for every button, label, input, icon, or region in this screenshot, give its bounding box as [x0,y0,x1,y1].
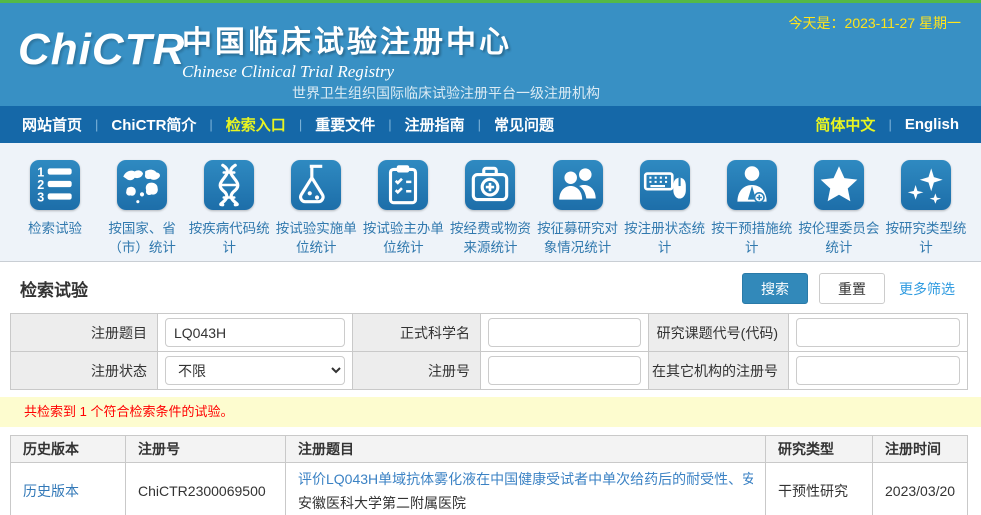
col-reg-title: 注册题目 [286,436,766,463]
nav-items: 网站首页 | ChiCTR简介 | 检索入口 | 重要文件 | 注册指南 | 常见问题 [22,114,554,135]
stat-item-label: 按疾病代码统计 [186,219,272,257]
form-row-2: 注册状态 不限 注册号 在其它机构的注册号 [11,352,968,390]
trial-title-link[interactable]: 评价LQ043H单域抗体雾化液在中国健康受试者中单次给药后的耐受性、安全性、..… [298,469,753,489]
medical-bag-icon [465,160,515,210]
lang-en[interactable]: English [905,116,959,133]
stat-item-keyboard-mouse[interactable]: 按注册状态统计 [622,160,708,261]
stat-item-dna[interactable]: 按疾病代码统计 [186,160,272,261]
reg-number-cell: ChiCTR2300069500 [126,463,286,515]
reg-number-label: 注册号 [353,352,481,390]
main-nav: 网站首页 | ChiCTR简介 | 检索入口 | 重要文件 | 注册指南 | 常见问题 简体中文 | E… [0,106,981,143]
col-reg-date: 注册时间 [873,436,968,463]
reg-number-input[interactable] [488,356,641,385]
site-subtitle: 世界卫生组织国际临床试验注册平台一级注册机构 [292,83,600,103]
nav-separator: | [888,117,891,132]
reg-status-select[interactable]: 不限 [165,356,345,385]
stat-item-label: 按试验主办单位统计 [360,219,446,257]
site-header: ChiCTR 中国临床试验注册中心 Chinese Clinical Trial… [0,3,981,106]
nav-item-5[interactable]: 常见问题 [494,114,554,135]
scientific-name-label: 正式科学名 [353,314,481,352]
results-header-row: 历史版本 注册号 注册题目 研究类型 注册时间 [11,436,968,463]
world-map-icon [117,160,167,210]
table-row: 历史版本 ChiCTR2300069500 评价LQ043H单域抗体雾化液在中国… [11,463,968,515]
stat-item-label: 按国家、省（市）统计 [99,219,185,257]
other-reg-number-input[interactable] [796,356,960,385]
language-switcher: 简体中文 | English [815,114,959,135]
stat-item-label: 按征募研究对象情况统计 [535,219,621,257]
nav-item-4[interactable]: 注册指南 [405,114,465,135]
stat-item-star[interactable]: 按伦理委员会统计 [796,160,882,261]
search-form-table: 注册题目 正式科学名 研究课题代号(代码) 注册状态 不限 注册号 在其它机构的… [10,313,968,390]
reg-date-cell: 2023/03/20 [873,463,968,515]
reset-button[interactable]: 重置 [819,273,885,304]
history-version-link[interactable]: 历史版本 [23,483,79,499]
stat-item-numbered-list[interactable]: 123 检索试验 [12,160,98,261]
other-reg-number-label: 在其它机构的注册号 [649,352,789,390]
stat-item-medical-bag[interactable]: 按经费或物资来源统计 [447,160,533,261]
reg-status-label: 注册状态 [11,352,158,390]
reg-title-input[interactable] [165,318,345,347]
stat-item-label: 按注册状态统计 [622,219,708,257]
stat-item-label: 检索试验 [12,219,98,238]
keyboard-mouse-icon [640,160,690,210]
nav-item-2[interactable]: 检索入口 [226,114,286,135]
site-title-block: 中国临床试验注册中心 Chinese Clinical Trial Regist… [182,17,512,82]
form-row-1: 注册题目 正式科学名 研究课题代号(代码) [11,314,968,352]
col-history-version: 历史版本 [11,436,126,463]
doctor-icon [727,160,777,210]
lang-zh[interactable]: 简体中文 [815,114,875,135]
result-summary-bar: 共检索到 1 个符合检索条件的试验。 [0,397,981,427]
col-study-type: 研究类型 [766,436,873,463]
stat-item-flask[interactable]: 按试验实施单位统计 [273,160,359,261]
nav-item-0[interactable]: 网站首页 [22,114,82,135]
site-title-en: Chinese Clinical Trial Registry [182,62,512,82]
stat-item-label: 按研究类型统计 [883,219,969,257]
stat-item-label: 按伦理委员会统计 [796,219,882,257]
study-code-input[interactable] [796,318,960,347]
page-title: 检索试验 [20,276,88,301]
people-group-icon [553,160,603,210]
svg-text:3: 3 [37,191,44,205]
stat-item-doctor[interactable]: 按干预措施统计 [709,160,795,261]
study-code-label: 研究课题代号(代码) [649,314,789,352]
site-title-zh: 中国临床试验注册中心 [182,17,512,61]
stat-item-clipboard-check[interactable]: 按试验主办单位统计 [360,160,446,261]
study-type-cell: 干预性研究 [766,463,873,515]
today-date: 今天是：2023-11-27 星期一 [789,13,961,33]
nav-separator: | [478,117,481,132]
sparkles-icon [901,160,951,210]
nav-item-3[interactable]: 重要文件 [315,114,375,135]
nav-separator: | [209,117,212,132]
clipboard-check-icon [378,160,428,210]
nav-item-1[interactable]: ChiCTR简介 [111,114,196,135]
chictr-logo[interactable]: ChiCTR [18,25,185,75]
nav-separator: | [299,117,302,132]
stat-item-world-map[interactable]: 按国家、省（市）统计 [99,160,185,261]
institution-text: 安徽医科大学第二附属医院 [298,493,753,513]
more-filters-link[interactable]: 更多筛选 [899,279,955,299]
history-cell: 历史版本 [11,463,126,515]
nav-separator: | [388,117,391,132]
stat-item-label: 按经费或物资来源统计 [447,219,533,257]
stat-item-sparkles[interactable]: 按研究类型统计 [883,160,969,261]
scientific-name-input[interactable] [488,318,641,347]
nav-separator: | [95,117,98,132]
reg-title-label: 注册题目 [11,314,158,352]
col-reg-number: 注册号 [126,436,286,463]
statistics-icon-strip: 123 检索试验按国家、省（市）统计按疾病代码统计按试验实施单位统计按试验主办单位… [0,143,981,262]
dna-icon [204,160,254,210]
search-button[interactable]: 搜索 [742,273,808,304]
star-icon [814,160,864,210]
results-table: 历史版本 注册号 注册题目 研究类型 注册时间 历史版本 ChiCTR23000… [10,435,968,515]
flask-icon [291,160,341,210]
search-toolbar: 检索试验 搜索 重置 更多筛选 [0,262,981,313]
numbered-list-icon: 123 [30,160,80,210]
stat-item-label: 按试验实施单位统计 [273,219,359,257]
stat-item-people-group[interactable]: 按征募研究对象情况统计 [535,160,621,261]
title-cell: 评价LQ043H单域抗体雾化液在中国健康受试者中单次给药后的耐受性、安全性、..… [286,463,766,515]
stat-item-label: 按干预措施统计 [709,219,795,257]
